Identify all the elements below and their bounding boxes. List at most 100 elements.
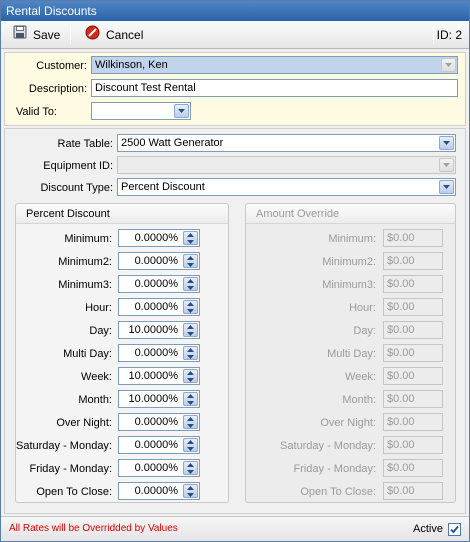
spin-arrows-icon[interactable] [183, 484, 198, 498]
percent-value: 10.0000% [128, 393, 178, 405]
amount-input[interactable]: $0.00 [383, 459, 443, 477]
percent-row-label: Minimum2: [58, 256, 112, 268]
percent-spinner[interactable]: 0.0000% [118, 459, 200, 477]
percent-spinner[interactable]: 10.0000% [118, 367, 200, 385]
percent-row-label: Hour: [85, 302, 112, 314]
chevron-down-icon[interactable] [439, 180, 454, 194]
percent-row-label: Minimum: [64, 233, 112, 245]
spin-arrows-icon[interactable] [183, 438, 198, 452]
valid-to-date-picker[interactable] [91, 102, 191, 120]
percent-value: 0.0000% [134, 485, 178, 497]
window-title: Rental Discounts [1, 1, 469, 21]
percent-spinner[interactable]: 0.0000% [118, 252, 200, 270]
spin-arrows-icon[interactable] [183, 300, 198, 314]
amount-input[interactable]: $0.00 [383, 390, 443, 408]
equipment-id-dropdown[interactable] [117, 156, 456, 174]
amount-row-label: Open To Close: [300, 486, 376, 498]
percent-spinner[interactable]: 0.0000% [118, 413, 200, 431]
spin-arrows-icon[interactable] [183, 231, 198, 245]
amount-row-label: Day: [353, 325, 376, 337]
amount-input[interactable]: $0.00 [383, 367, 443, 385]
discount-type-value: Percent Discount [121, 181, 205, 193]
percent-spinner[interactable]: 0.0000% [118, 436, 200, 454]
percent-value: 0.0000% [134, 439, 178, 451]
percent-value: 10.0000% [128, 324, 178, 336]
spin-arrows-icon[interactable] [183, 392, 198, 406]
toolbar-separator [433, 26, 434, 44]
discount-type-dropdown[interactable]: Percent Discount [117, 178, 456, 196]
spin-arrows-icon[interactable] [183, 323, 198, 337]
percent-spinner[interactable]: 10.0000% [118, 390, 200, 408]
amount-row-label: Minimum2: [322, 256, 376, 268]
valid-to-label: Valid To: [15, 106, 57, 118]
amount-row-label: Minimum3: [322, 279, 376, 291]
amount-input[interactable]: $0.00 [383, 252, 443, 270]
percent-row-label: Week: [81, 371, 112, 383]
percent-value: 0.0000% [134, 347, 178, 359]
percent-value: 0.0000% [134, 232, 178, 244]
amount-input[interactable]: $0.00 [383, 298, 443, 316]
amount-input[interactable]: $0.00 [383, 275, 443, 293]
amount-row-label: Friday - Monday: [293, 463, 376, 475]
customer-dropdown[interactable]: Wilkinson, Ken [91, 56, 458, 74]
spin-arrows-icon[interactable] [183, 369, 198, 383]
active-label: Active [413, 523, 443, 535]
chevron-down-icon[interactable] [439, 158, 454, 172]
amount-input[interactable]: $0.00 [383, 229, 443, 247]
cancel-label: Cancel [106, 28, 144, 42]
rate-table-value: 2500 Watt Generator [121, 137, 224, 149]
save-label: Save [33, 28, 61, 42]
amount-row-label: Multi Day: [327, 348, 376, 360]
percent-row-label: Minimum3: [58, 279, 112, 291]
percent-value: 0.0000% [134, 301, 178, 313]
percent-row-label: Saturday - Monday: [16, 440, 112, 452]
customer-label: Customer: [36, 60, 87, 72]
status-warning-message: All Rates will be Overridded by Values [9, 523, 178, 534]
amount-input[interactable]: $0.00 [383, 482, 443, 500]
customer-panel: Customer: Wilkinson, Ken Description: Di… [4, 52, 466, 126]
chevron-down-icon[interactable] [439, 136, 454, 150]
percent-value: 0.0000% [134, 255, 178, 267]
percent-row-label: Month: [78, 394, 112, 406]
amount-row-label: Hour: [349, 302, 376, 314]
checkmark-icon [450, 525, 459, 534]
rate-table-dropdown[interactable]: 2500 Watt Generator [117, 134, 456, 152]
percent-spinner[interactable]: 0.0000% [118, 298, 200, 316]
amount-input[interactable]: $0.00 [383, 344, 443, 362]
amount-row-label: Saturday - Monday: [280, 440, 376, 452]
percent-row-label: Friday - Monday: [29, 463, 112, 475]
spin-arrows-icon[interactable] [183, 415, 198, 429]
spin-arrows-icon[interactable] [183, 461, 198, 475]
equipment-id-label: Equipment ID: [43, 160, 113, 172]
amount-row-label: Minimum: [328, 233, 376, 245]
amount-row-label: Over Night: [320, 417, 376, 429]
save-button[interactable]: Save [13, 25, 60, 45]
active-checkbox[interactable] [448, 523, 461, 536]
chevron-down-icon[interactable] [441, 58, 456, 72]
spin-arrows-icon[interactable] [183, 346, 198, 360]
percent-spinner[interactable]: 10.0000% [118, 321, 200, 339]
toolbar: Save Cancel ID: 2 [1, 21, 469, 49]
percent-spinner[interactable]: 0.0000% [118, 275, 200, 293]
cancel-icon [85, 25, 100, 46]
amount-input[interactable]: $0.00 [383, 413, 443, 431]
status-bar: All Rates will be Overridded by Values A… [1, 516, 469, 541]
description-input[interactable]: Discount Test Rental [91, 79, 458, 97]
amount-input[interactable]: $0.00 [383, 436, 443, 454]
record-id-label: ID: 2 [436, 28, 462, 42]
rental-discounts-window: Rental Discounts Save Cancel ID: 2 Custo… [0, 0, 470, 542]
percent-spinner[interactable]: 0.0000% [118, 482, 200, 500]
percent-spinner[interactable]: 0.0000% [118, 229, 200, 247]
percent-value: 10.0000% [128, 370, 178, 382]
rate-table-label: Rate Table: [57, 138, 113, 150]
percent-value: 0.0000% [134, 278, 178, 290]
spin-arrows-icon[interactable] [183, 277, 198, 291]
percent-discount-title: Percent Discount [16, 204, 228, 224]
percent-discount-group: Percent Discount Minimum: 0.0000% Minimum2… [15, 203, 229, 503]
chevron-down-icon[interactable] [174, 104, 189, 118]
percent-spinner[interactable]: 0.0000% [118, 344, 200, 362]
spin-arrows-icon[interactable] [183, 254, 198, 268]
cancel-button[interactable]: Cancel [85, 25, 143, 45]
amount-input[interactable]: $0.00 [383, 321, 443, 339]
floppy-disk-icon [13, 25, 27, 45]
